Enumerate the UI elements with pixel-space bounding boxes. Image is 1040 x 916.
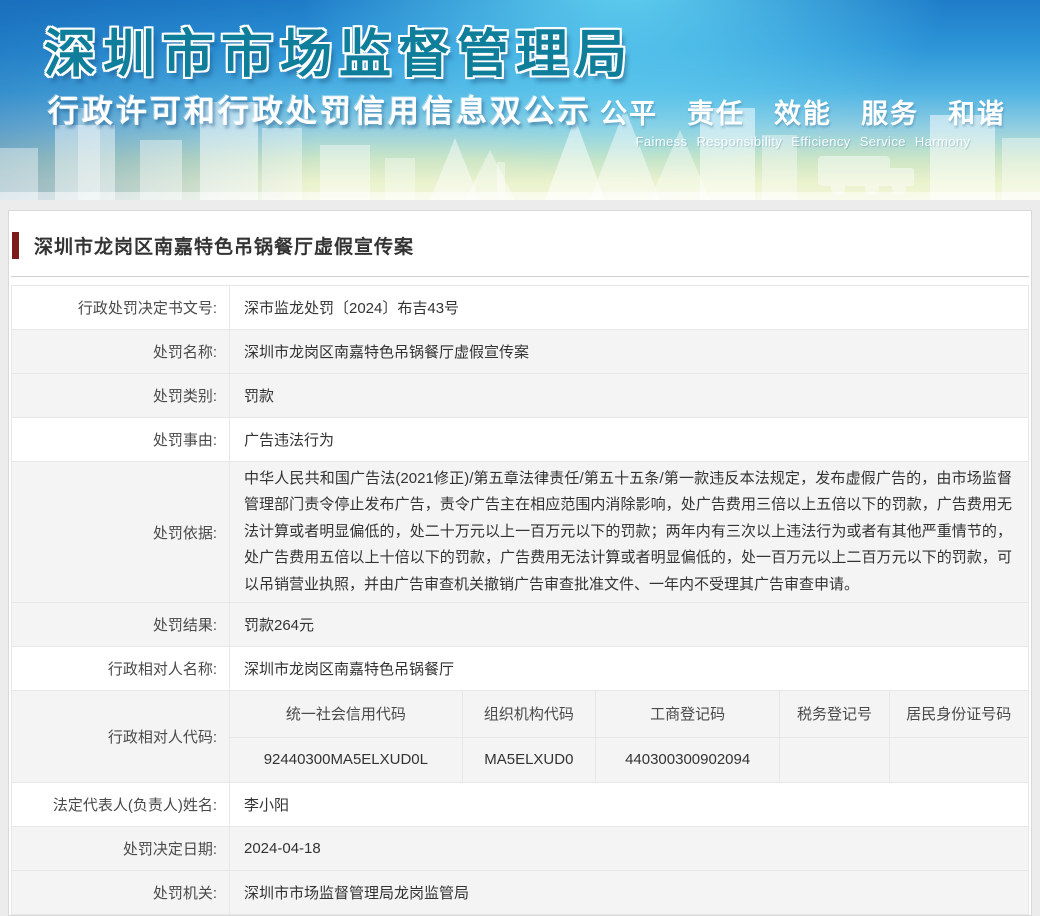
codes-value-tax-reg xyxy=(780,737,889,782)
slogan-block: 公平 责任 效能 服务 和谐 Faimess Responsibility Ef… xyxy=(600,92,1006,149)
row-value: 李小阳 xyxy=(230,783,1029,827)
title-marker xyxy=(12,232,19,259)
row-value: 深圳市龙岗区南嘉特色吊锅餐厅虚假宣传案 xyxy=(230,330,1029,374)
row-penalty-basis: 处罚依据: 中华人民共和国广告法(2021修正)/第五章法律责任/第五十五条/第… xyxy=(12,462,1029,603)
row-penalty-category: 处罚类别: 罚款 xyxy=(12,374,1029,418)
row-value: 罚款264元 xyxy=(230,603,1029,647)
site-banner: 深圳市市场监督管理局 行政许可和行政处罚信用信息双公示 公平 责任 效能 服务 … xyxy=(0,0,1040,200)
content-panel: 深圳市龙岗区南嘉特色吊锅餐厅虚假宣传案 行政处罚决定书文号: 深市监龙处罚〔20… xyxy=(8,210,1032,916)
row-value: 深市监龙处罚〔2024〕布吉43号 xyxy=(230,286,1029,330)
row-label: 处罚类别: xyxy=(12,374,230,418)
row-penalty-reason: 处罚事由: 广告违法行为 xyxy=(12,418,1029,462)
codes-value-row: 92440300MA5ELXUD0L MA5ELXUD0 44030030090… xyxy=(230,737,1028,782)
row-value: 深圳市龙岗区南嘉特色吊锅餐厅 xyxy=(230,647,1029,691)
party-codes-table: 统一社会信用代码 组织机构代码 工商登记码 税务登记号 居民身份证号码 9244… xyxy=(230,691,1028,782)
row-label: 处罚依据: xyxy=(12,462,230,603)
row-penalty-result: 处罚结果: 罚款264元 xyxy=(12,603,1029,647)
row-label: 法定代表人(负责人)姓名: xyxy=(12,783,230,827)
codes-header-tax-reg: 税务登记号 xyxy=(780,691,889,737)
row-decision-date: 处罚决定日期: 2024-04-18 xyxy=(12,827,1029,871)
slogan-english: Faimess Responsibility Efficiency Servic… xyxy=(600,134,1006,149)
row-decision-number: 行政处罚决定书文号: 深市监龙处罚〔2024〕布吉43号 xyxy=(12,286,1029,330)
slogan-chinese: 公平 责任 效能 服务 和谐 xyxy=(600,92,1006,131)
case-title: 深圳市龙岗区南嘉特色吊锅餐厅虚假宣传案 xyxy=(34,232,414,259)
row-party-codes: 行政相对人代码: 统一社会信用代码 组织机构代码 工商登记码 税 xyxy=(12,691,1029,783)
penalty-info-table: 行政处罚决定书文号: 深市监龙处罚〔2024〕布吉43号 处罚名称: 深圳市龙岗… xyxy=(11,285,1029,915)
row-penalty-authority: 处罚机关: 深圳市市场监督管理局龙岗监管局 xyxy=(12,871,1029,915)
codes-value-id-number xyxy=(889,737,1028,782)
row-label: 行政处罚决定书文号: xyxy=(12,286,230,330)
case-title-row: 深圳市龙岗区南嘉特色吊锅餐厅虚假宣传案 xyxy=(9,211,1031,276)
row-label: 处罚结果: xyxy=(12,603,230,647)
row-label: 处罚事由: xyxy=(12,418,230,462)
site-subtitle: 行政许可和行政处罚信用信息双公示 xyxy=(48,86,592,131)
row-value: 罚款 xyxy=(230,374,1029,418)
row-value: 2024-04-18 xyxy=(230,827,1029,871)
row-label: 处罚名称: xyxy=(12,330,230,374)
row-value: 深圳市市场监督管理局龙岗监管局 xyxy=(230,871,1029,915)
codes-value-uscc: 92440300MA5ELXUD0L xyxy=(230,737,462,782)
codes-header-business-reg: 工商登记码 xyxy=(595,691,779,737)
row-label: 行政相对人名称: xyxy=(12,647,230,691)
row-value: 中华人民共和国广告法(2021修正)/第五章法律责任/第五十五条/第一款违反本法… xyxy=(230,462,1029,603)
row-label: 处罚机关: xyxy=(12,871,230,915)
codes-header-id-number: 居民身份证号码 xyxy=(889,691,1028,737)
codes-header-row: 统一社会信用代码 组织机构代码 工商登记码 税务登记号 居民身份证号码 xyxy=(230,691,1028,737)
codes-value-business-reg: 440300300902094 xyxy=(595,737,779,782)
codes-header-uscc: 统一社会信用代码 xyxy=(230,691,462,737)
codes-value-org-code: MA5ELXUD0 xyxy=(462,737,595,782)
codes-header-org-code: 组织机构代码 xyxy=(462,691,595,737)
codes-subtable-cell: 统一社会信用代码 组织机构代码 工商登记码 税务登记号 居民身份证号码 9244… xyxy=(230,691,1029,783)
site-title: 深圳市市场监督管理局 xyxy=(44,12,634,87)
row-value: 广告违法行为 xyxy=(230,418,1029,462)
title-separator xyxy=(11,276,1029,277)
row-party-name: 行政相对人名称: 深圳市龙岗区南嘉特色吊锅餐厅 xyxy=(12,647,1029,691)
row-legal-representative: 法定代表人(负责人)姓名: 李小阳 xyxy=(12,783,1029,827)
row-penalty-name: 处罚名称: 深圳市龙岗区南嘉特色吊锅餐厅虚假宣传案 xyxy=(12,330,1029,374)
row-label: 行政相对人代码: xyxy=(12,691,230,783)
row-label: 处罚决定日期: xyxy=(12,827,230,871)
